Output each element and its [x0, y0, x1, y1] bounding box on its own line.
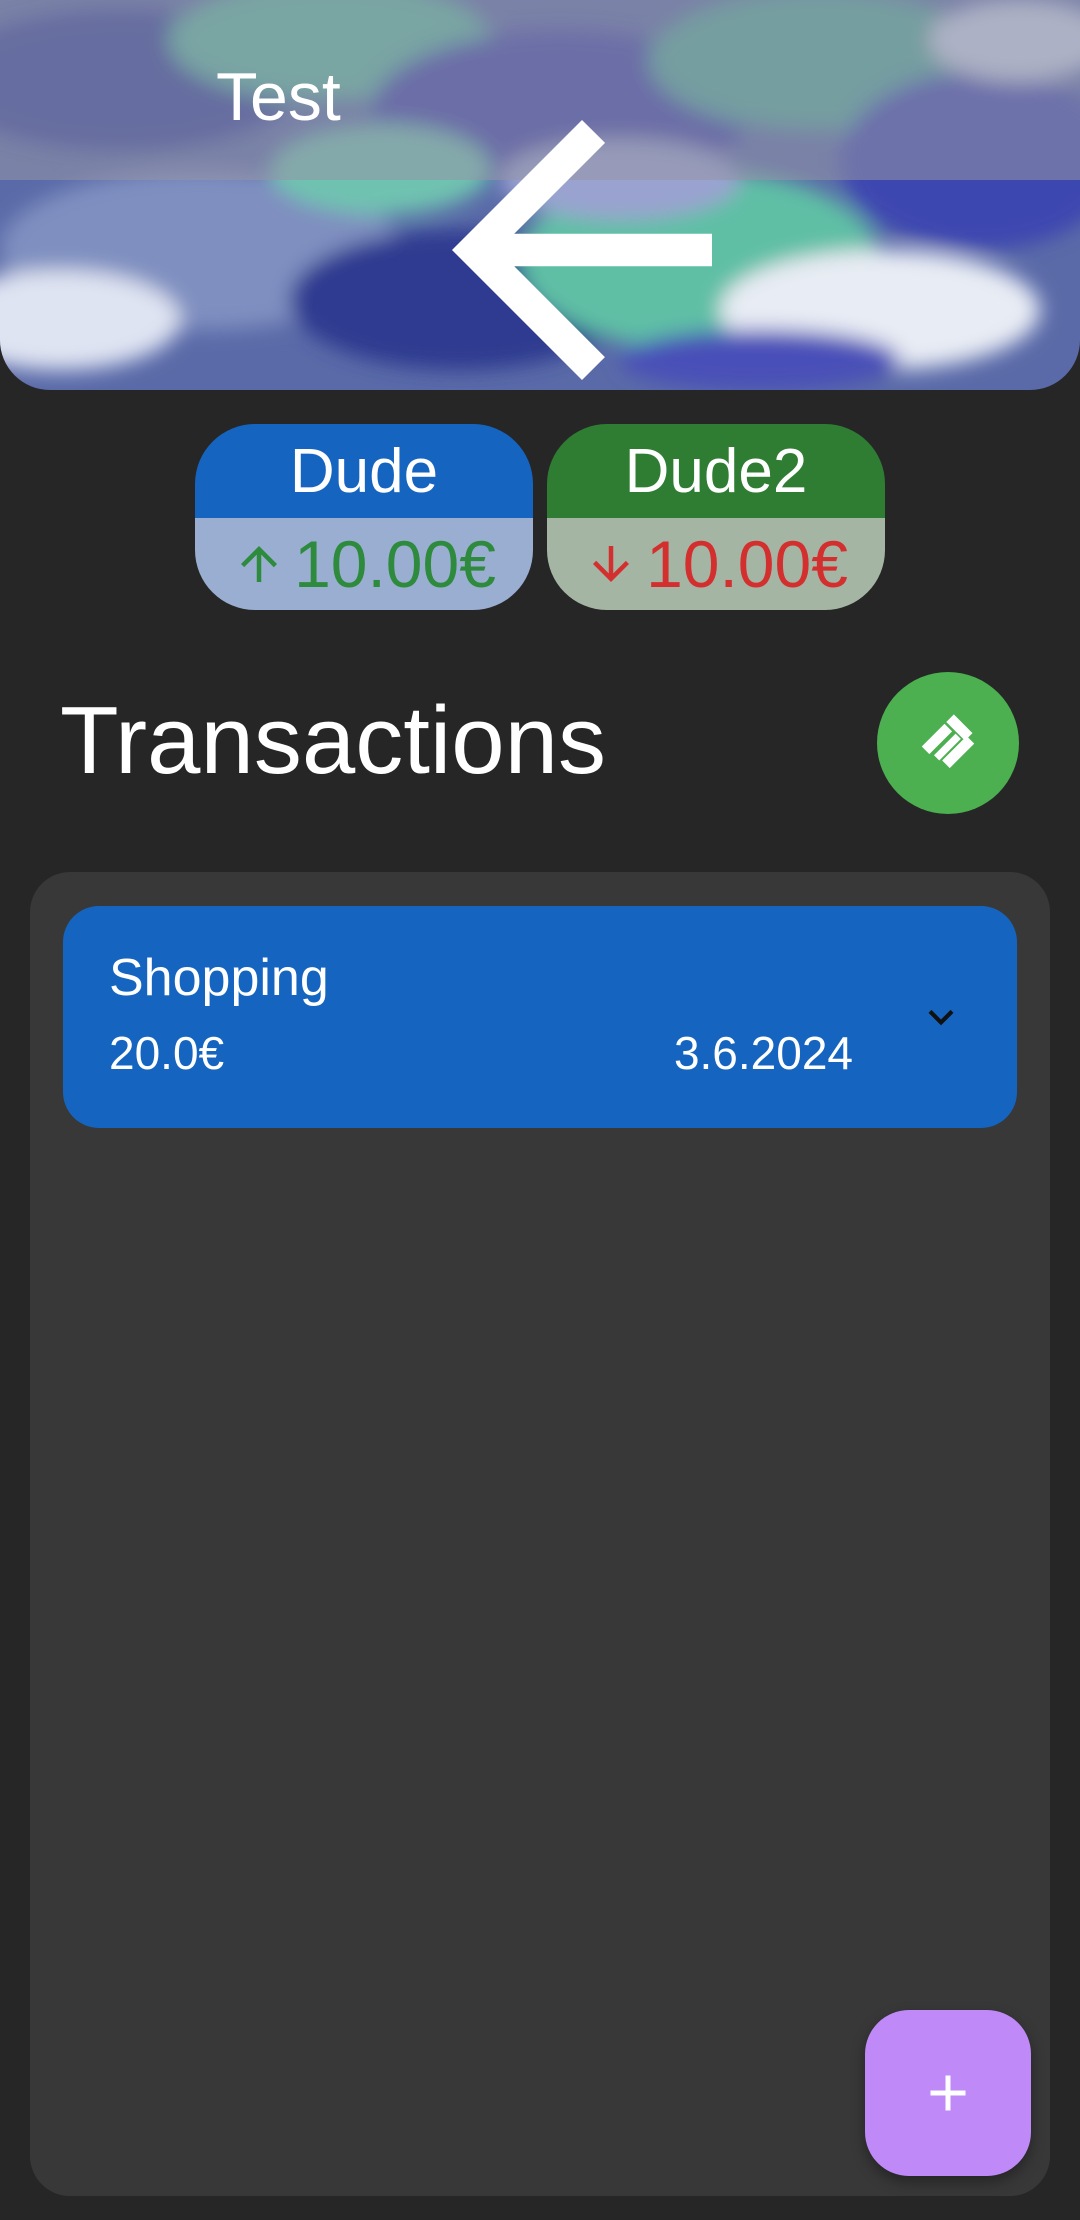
- page-title: Test: [216, 59, 341, 135]
- add-icon: [930, 2075, 966, 2111]
- balance-amount-row: 10.00€: [195, 518, 533, 610]
- share-button[interactable]: [960, 55, 1056, 141]
- share-icon: [960, 55, 1080, 390]
- add-transaction-button[interactable]: [865, 2010, 1031, 2176]
- transaction-card[interactable]: Shopping 20.0€ 3.6.2024: [63, 906, 1017, 1128]
- back-button[interactable]: [42, 55, 712, 380]
- balance-amount: 10.00€: [646, 527, 848, 601]
- balance-chip-dude2[interactable]: Dude2 10.00€: [547, 424, 885, 610]
- transactions-heading: Transactions: [60, 687, 606, 794]
- transaction-title: Shopping: [109, 949, 329, 1007]
- balance-name: Dude2: [547, 424, 885, 518]
- header-banner-image: Test: [0, 0, 1080, 390]
- balance-amount: 10.00€: [294, 527, 496, 601]
- settle-up-button[interactable]: [877, 672, 1019, 814]
- chevron-down-icon: [928, 1009, 954, 1026]
- arrow-down-icon: [593, 546, 630, 582]
- balance-name: Dude: [195, 424, 533, 518]
- balance-chip-dude[interactable]: Dude 10.00€: [195, 424, 533, 610]
- arrow-back-icon: [452, 120, 712, 380]
- screen: Test Dude 10.00€ Dude2 10.00€ Transactio…: [0, 0, 1080, 2220]
- balance-amount-row: 10.00€: [547, 518, 885, 610]
- arrow-up-icon: [241, 546, 278, 582]
- app-bar: Test: [0, 0, 1080, 380]
- transaction-date: 3.6.2024: [673, 1027, 853, 1079]
- handshake-icon: [921, 714, 975, 769]
- expand-button[interactable]: [905, 981, 977, 1053]
- transaction-amount: 20.0€: [109, 1027, 225, 1079]
